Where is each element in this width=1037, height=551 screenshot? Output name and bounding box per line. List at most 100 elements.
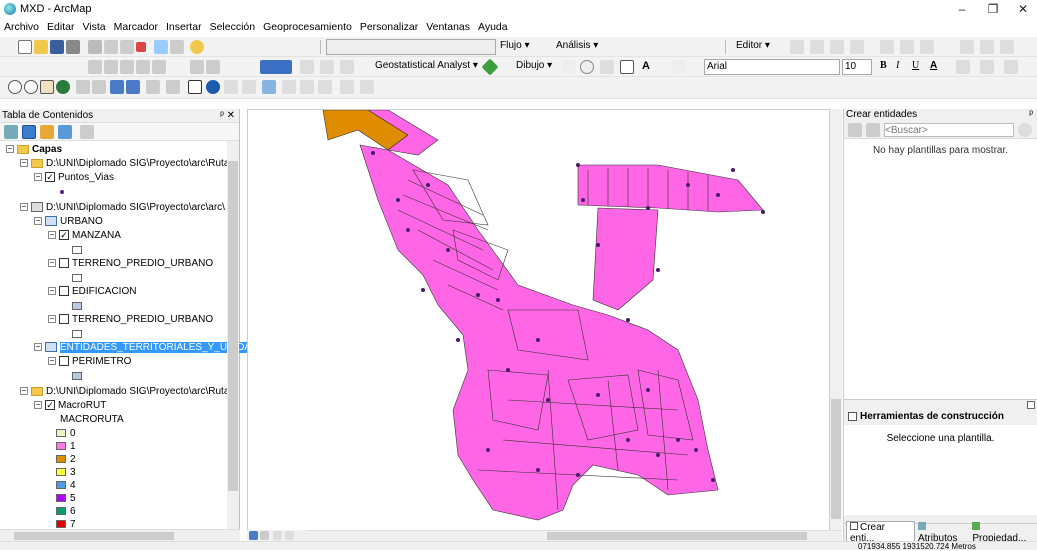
time-slider-icon[interactable]	[340, 80, 354, 94]
menu-ventanas[interactable]: Ventanas	[422, 21, 474, 33]
source-path-3[interactable]: − D:\UNI\Diplomado SIG\Proyecto\arc\Ruta	[20, 385, 229, 399]
minimize-button[interactable]: –	[947, 0, 977, 18]
paste-icon[interactable]	[120, 40, 134, 54]
geostat-wizard-icon[interactable]	[481, 58, 499, 76]
create-features-icon[interactable]	[980, 40, 994, 54]
rotate-icon[interactable]	[900, 40, 914, 54]
find-icon[interactable]	[282, 80, 296, 94]
list-by-source-icon[interactable]	[22, 125, 36, 139]
copy-icon[interactable]	[104, 40, 118, 54]
add-data-icon[interactable]	[190, 40, 204, 54]
layer-terreno-1[interactable]: − TERRENO_PREDIO_URBANO	[48, 257, 213, 271]
dibujo-menu[interactable]: Dibujo ▾	[516, 60, 552, 71]
layer-perimetro[interactable]: − PERIMETRO	[48, 355, 131, 369]
sketch-properties-icon[interactable]	[960, 40, 974, 54]
analisis-menu[interactable]: Análisis ▾	[556, 40, 598, 51]
toc-pin-close-button[interactable]: ᵖ ✕	[220, 109, 235, 123]
attributes-icon[interactable]	[920, 40, 934, 54]
split-icon[interactable]	[880, 40, 894, 54]
source-path-1[interactable]: − D:\UNI\Diplomado SIG\Proyecto\arc\Ruta	[20, 157, 229, 171]
new-text-icon[interactable]: A	[642, 60, 650, 72]
print-icon[interactable]	[66, 40, 80, 54]
group-filter-icon[interactable]	[866, 123, 880, 137]
full-extent-icon[interactable]	[56, 80, 70, 94]
clear-selection-icon[interactable]	[166, 80, 180, 94]
layer-capas[interactable]: − Capas	[6, 143, 62, 157]
sketch-tool-icon[interactable]	[810, 40, 824, 54]
pan-layout-icon[interactable]	[120, 60, 134, 74]
delete-icon[interactable]	[136, 42, 146, 52]
layer-terreno-2[interactable]: − TERRENO_PREDIO_URBANO	[48, 313, 213, 327]
geostatistical-analyst-menu[interactable]: Geostatistical Analyst ▾	[375, 60, 478, 71]
toggle-draft-icon[interactable]	[190, 60, 204, 74]
toc-horizontal-scrollbar[interactable]	[0, 529, 240, 541]
new-document-icon[interactable]	[18, 40, 32, 54]
perimetro-checkbox[interactable]	[59, 356, 69, 367]
focus-data-frame-icon[interactable]	[206, 60, 220, 74]
font-combo[interactable]: Arial	[704, 59, 840, 75]
data-driven-pages-icon[interactable]	[320, 60, 334, 74]
open-icon[interactable]	[34, 40, 48, 54]
edificacion-checkbox[interactable]	[59, 286, 69, 297]
layer-puntos-vias[interactable]: − ✓ Puntos_Vias	[34, 171, 114, 185]
create-viewer-icon[interactable]	[360, 80, 374, 94]
undo-icon[interactable]	[154, 40, 168, 54]
edit-tool-icon[interactable]	[790, 40, 804, 54]
pan-icon[interactable]	[40, 80, 54, 94]
data-view-icon[interactable]	[249, 531, 258, 540]
map-vertical-scrollbar[interactable]	[830, 109, 842, 532]
layer-edificacion[interactable]: − EDIFICACION	[48, 285, 136, 299]
map-view[interactable]	[247, 109, 830, 532]
zoom-in-icon[interactable]	[8, 80, 22, 94]
menu-vista[interactable]: Vista	[78, 21, 109, 33]
terreno-2-checkbox[interactable]	[59, 314, 69, 325]
select-by-graphics-icon[interactable]	[146, 80, 160, 94]
go-to-xy-icon[interactable]	[318, 80, 332, 94]
zoom-out-layout-icon[interactable]	[104, 60, 118, 74]
menu-archivo[interactable]: Archivo	[0, 21, 43, 33]
layer-manzana[interactable]: − ✓ MANZANA	[48, 229, 121, 243]
menu-insertar[interactable]: Insertar	[162, 21, 206, 33]
editor-menu[interactable]: Editor ▾	[736, 40, 770, 51]
italic-button[interactable]: I	[896, 60, 899, 71]
layout-view-icon[interactable]	[260, 531, 269, 540]
bold-button[interactable]: B	[880, 60, 887, 71]
menu-geoprocesamiento[interactable]: Geoprocesamiento	[259, 21, 356, 33]
map-horizontal-scrollbar[interactable]	[247, 530, 842, 541]
menu-editar[interactable]: Editar	[43, 21, 78, 33]
zoom-whole-page-icon[interactable]	[136, 60, 150, 74]
group-urbano[interactable]: − URBANO	[34, 215, 103, 229]
macrorut-checkbox[interactable]: ✓	[45, 400, 55, 411]
layout-dropdown-icon[interactable]	[340, 60, 354, 74]
find-route-icon[interactable]	[300, 80, 314, 94]
zoom-to-selected-icon[interactable]	[600, 60, 614, 74]
select-elements-arrow-icon[interactable]	[188, 80, 202, 94]
close-button[interactable]: ✕	[1008, 0, 1037, 18]
fixed-zoom-out-icon[interactable]	[92, 80, 106, 94]
toc-scroll-thumb[interactable]	[228, 161, 238, 491]
search-icon[interactable]	[1018, 123, 1032, 137]
terreno-1-checkbox[interactable]	[59, 258, 69, 269]
zoom-100-icon[interactable]	[152, 60, 166, 74]
puntos-vias-checkbox[interactable]: ✓	[45, 172, 55, 183]
go-forward-icon[interactable]	[126, 80, 140, 94]
toc-options-icon[interactable]	[80, 125, 94, 139]
menu-personalizar[interactable]: Personalizar	[356, 21, 422, 33]
list-by-selection-icon[interactable]	[58, 125, 72, 139]
template-search-input[interactable]	[884, 123, 1014, 137]
change-layout-icon[interactable]	[300, 60, 314, 74]
layer-macrorut[interactable]: − ✓ MacroRUT	[34, 399, 106, 413]
font-color-button[interactable]: A	[930, 60, 937, 71]
maximize-button[interactable]: ❐	[978, 0, 1008, 18]
endpoint-arc-icon[interactable]	[850, 40, 864, 54]
organize-templates-icon[interactable]	[848, 123, 862, 137]
edit-vertices-icon[interactable]	[672, 60, 686, 74]
redo-icon[interactable]	[170, 40, 184, 54]
pause-drawing-icon[interactable]	[285, 531, 294, 540]
layout-zoom-combo[interactable]	[260, 60, 292, 74]
rotate-element-icon[interactable]	[580, 60, 594, 74]
menu-ayuda[interactable]: Ayuda	[474, 21, 512, 33]
menu-seleccion[interactable]: Selección	[206, 21, 260, 33]
font-size-combo[interactable]: 10	[842, 59, 872, 75]
fill-color-icon[interactable]	[956, 60, 970, 74]
